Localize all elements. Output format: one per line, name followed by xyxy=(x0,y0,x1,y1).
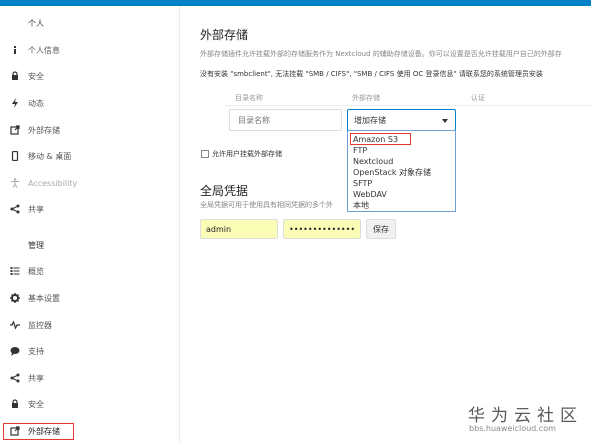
phone-icon xyxy=(9,150,21,162)
sidebar-item-mobile-desktop[interactable]: 移动 & 桌面 xyxy=(0,146,179,166)
column-header-authentication: 认证 xyxy=(471,94,485,102)
lock-icon xyxy=(9,398,21,410)
sidebar-item-label: 动态 xyxy=(28,98,44,108)
selected-item-highlight-box xyxy=(3,423,74,440)
main-content: 外部存储 外部存储插件允许挂载外部的存储服务作为 Nextcloud 的辅助存储… xyxy=(181,6,591,443)
sidebar-item-overview[interactable]: 概览 xyxy=(0,261,179,281)
sidebar-item-label: 监控器 xyxy=(28,320,52,330)
chevron-down-icon xyxy=(442,119,448,123)
sidebar-item-security[interactable]: 安全 xyxy=(0,66,179,86)
sidebar-item-label: Accessibility xyxy=(28,178,78,188)
sidebar-item-external-storage-personal[interactable]: 外部存储 xyxy=(0,120,179,140)
allow-user-mount-checkbox[interactable]: 允许用户挂载外部存储 xyxy=(201,149,282,159)
dropdown-option-openstack[interactable]: OpenStack 对象存储 xyxy=(353,168,431,178)
add-storage-select-value: 增加存储 xyxy=(354,115,386,125)
smbclient-warning: 没有安装 "smbclient", 无法挂载 "SMB / CIFS", "SM… xyxy=(200,70,543,78)
sidebar-item-sharing-admin[interactable]: 共享 xyxy=(0,368,179,388)
activity-icon xyxy=(9,319,21,331)
sidebar-item-sharing-personal[interactable]: 共享 xyxy=(0,199,179,219)
external-storage-description: 外部存储插件允许挂载外部的存储服务作为 Nextcloud 的辅助存储设备。你可… xyxy=(200,50,562,58)
sidebar-item-label: 安全 xyxy=(28,399,44,409)
table-header-divider xyxy=(225,105,591,106)
sidebar-item-activity[interactable]: 动态 xyxy=(0,93,179,113)
sidebar-item-label: 移动 & 桌面 xyxy=(28,151,72,161)
info-icon xyxy=(9,44,21,56)
accessibility-icon xyxy=(9,177,21,189)
sidebar-item-accessibility[interactable]: Accessibility xyxy=(0,173,179,193)
chat-bubble-icon xyxy=(9,345,21,357)
sidebar-item-label: 共享 xyxy=(28,204,44,214)
list-icon xyxy=(9,265,21,277)
global-credentials-title: 全局凭据 xyxy=(200,184,249,198)
column-header-external-storage: 外部存储 xyxy=(352,94,380,102)
watermark-brand: 华为云社区 xyxy=(468,406,583,426)
dropdown-option-sftp[interactable]: SFTP xyxy=(353,179,372,189)
external-link-icon xyxy=(9,124,21,136)
folder-name-input[interactable]: 目录名称 xyxy=(229,109,342,131)
sidebar-item-personal-info[interactable]: 个人信息 xyxy=(0,40,179,60)
add-storage-select[interactable]: 增加存储 xyxy=(347,109,456,131)
checkbox-box[interactable] xyxy=(201,150,209,158)
personal-section-heading: 个人 xyxy=(28,19,44,28)
username-input[interactable]: admin xyxy=(200,219,278,239)
sidebar-item-basic-settings[interactable]: 基本设置 xyxy=(0,288,179,308)
flash-icon xyxy=(9,97,21,109)
sidebar-item-monitoring[interactable]: 监控器 xyxy=(0,315,179,335)
share-icon xyxy=(9,372,21,384)
dropdown-option-webdav[interactable]: WebDAV xyxy=(353,190,387,200)
storage-type-dropdown: Amazon S3 FTP Nextcloud OpenStack 对象存储 S… xyxy=(347,130,456,212)
sidebar-item-label: 共享 xyxy=(28,373,44,383)
column-header-folder: 目录名称 xyxy=(235,94,263,102)
watermark-url: bbs.huaweicloud.com xyxy=(469,424,556,433)
gear-icon xyxy=(9,292,21,304)
sidebar-item-label: 安全 xyxy=(28,71,44,81)
global-credentials-description: 全局凭据可用于使用具有相同凭据的多个外 xyxy=(200,201,333,209)
admin-section-heading: 管理 xyxy=(28,241,44,250)
password-input[interactable]: •••••••••••••• xyxy=(283,219,361,239)
settings-sidebar: 个人 个人信息 安全 动态 外部存储 移动 & 桌面 Accessibility xyxy=(0,6,180,443)
sidebar-item-label: 基本设置 xyxy=(28,293,60,303)
share-icon xyxy=(9,203,21,215)
dropdown-option-ftp[interactable]: FTP xyxy=(353,146,367,156)
sidebar-item-label: 外部存储 xyxy=(28,125,60,135)
dropdown-option-local[interactable]: 本地 xyxy=(353,201,369,211)
page-title: 外部存储 xyxy=(200,28,249,42)
sidebar-item-security-admin[interactable]: 安全 xyxy=(0,394,179,414)
allow-user-mount-label: 允许用户挂载外部存储 xyxy=(212,150,282,158)
lock-icon xyxy=(9,70,21,82)
save-button[interactable]: 保存 xyxy=(366,219,396,239)
dropdown-option-amazon-s3[interactable]: Amazon S3 xyxy=(353,135,398,145)
dropdown-option-nextcloud[interactable]: Nextcloud xyxy=(353,157,393,167)
sidebar-item-label: 支持 xyxy=(28,346,44,356)
sidebar-item-label: 个人信息 xyxy=(28,45,60,55)
sidebar-item-label: 概览 xyxy=(28,266,44,276)
sidebar-item-support[interactable]: 支持 xyxy=(0,341,179,361)
